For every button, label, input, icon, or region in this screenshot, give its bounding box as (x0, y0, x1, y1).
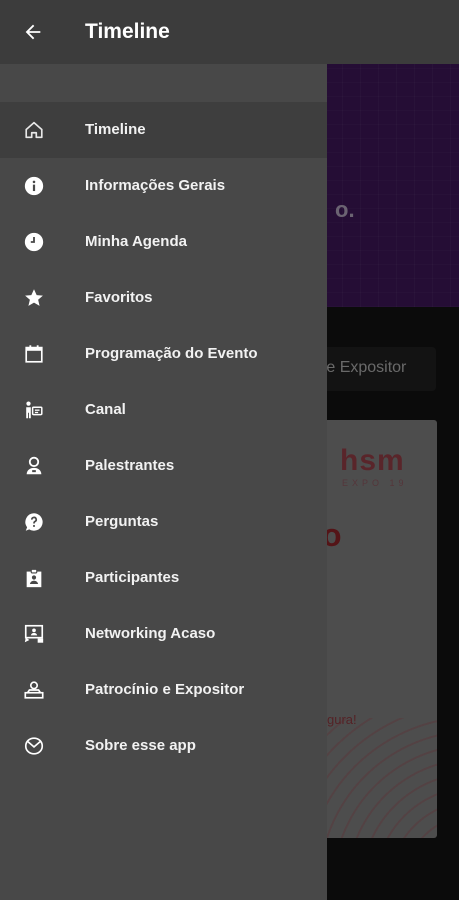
drawer-item-favoritos[interactable]: Favoritos (0, 270, 327, 326)
drawer-item-label: Networking Acaso (85, 625, 216, 642)
drawer-item-label: Informações Gerais (85, 177, 226, 194)
drawer-item-label: Minha Agenda (85, 233, 187, 250)
about-icon (22, 734, 46, 758)
drawer-item-minha-agenda[interactable]: Minha Agenda (0, 214, 327, 270)
screen: o. o e Expositor hsm EXPO 19 o gura! Tim… (0, 0, 459, 900)
clock-icon (22, 230, 46, 254)
drawer-item-label: Favoritos (85, 289, 153, 306)
drawer-item-sobre-esse-app[interactable]: Sobre esse app (0, 718, 327, 774)
drawer-item-palestrantes[interactable]: Palestrantes (0, 438, 327, 494)
calendar-icon (22, 342, 46, 366)
drawer-item-patrocinio-e-expositor[interactable]: Patrocínio e Expositor (0, 662, 327, 718)
drawer-item-label: Sobre esse app (85, 737, 196, 754)
arrow-left-icon (22, 21, 44, 43)
drawer-item-programacao-do-evento[interactable]: Programação do Evento (0, 326, 327, 382)
badge-icon (22, 566, 46, 590)
drawer-item-label: Palestrantes (85, 457, 175, 474)
drawer-item-label: Programação do Evento (85, 345, 258, 362)
sponsor-icon (22, 678, 46, 702)
channel-icon (22, 398, 46, 422)
navigation-drawer: Timeline Informações Gerais Minha Agenda… (0, 64, 327, 900)
home-icon (22, 118, 46, 142)
drawer-item-participantes[interactable]: Participantes (0, 550, 327, 606)
info-icon (22, 174, 46, 198)
question-icon (22, 510, 46, 534)
drawer-item-label: Patrocínio e Expositor (85, 681, 245, 698)
drawer-item-label: Canal (85, 401, 126, 418)
networking-icon (22, 622, 46, 646)
drawer-item-label: Timeline (85, 121, 146, 138)
drawer-item-label: Participantes (85, 569, 180, 586)
drawer-item-canal[interactable]: Canal (0, 382, 327, 438)
drawer-item-informacoes-gerais[interactable]: Informações Gerais (0, 158, 327, 214)
back-button[interactable] (14, 14, 52, 50)
drawer-item-networking-acaso[interactable]: Networking Acaso (0, 606, 327, 662)
drawer-item-perguntas[interactable]: Perguntas (0, 494, 327, 550)
drawer-menu: Timeline Informações Gerais Minha Agenda… (0, 102, 327, 774)
page-title: Timeline (85, 20, 170, 43)
star-icon (22, 286, 46, 310)
drawer-item-timeline[interactable]: Timeline (0, 102, 327, 158)
drawer-item-label: Perguntas (85, 513, 159, 530)
app-bar: Timeline (0, 0, 459, 64)
speaker-icon (22, 454, 46, 478)
